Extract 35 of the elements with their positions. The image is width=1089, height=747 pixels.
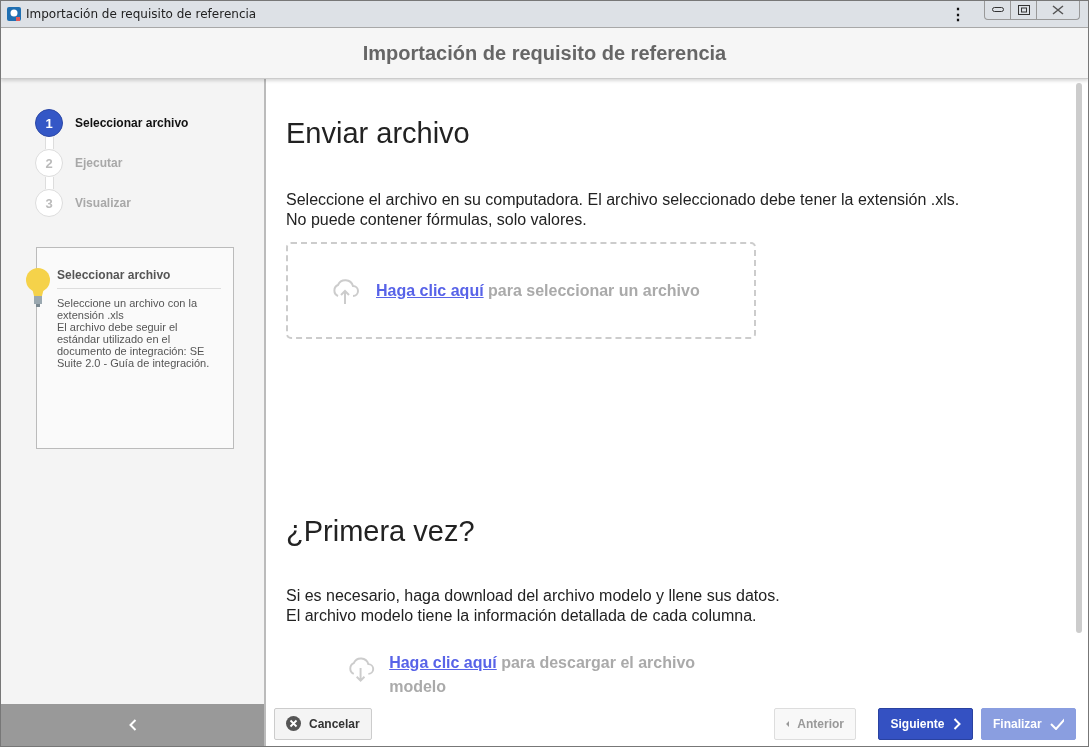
select-file-link[interactable]: Haga clic aquí (376, 281, 484, 299)
lightbulb-icon (25, 268, 51, 308)
minimize-icon (991, 7, 1004, 13)
step-label[interactable]: Seleccionar archivo (75, 109, 189, 137)
upload-prompt: Haga clic aquí para seleccionar un archivo (376, 281, 700, 300)
help-text: El archivo debe seguir el estándar utilizado en el documento de integración: SE Suite 2.0 - Guía de integración. (57, 321, 211, 369)
cancel-button[interactable]: Cancelar (274, 707, 372, 740)
close-circle-icon (286, 716, 301, 731)
checkmark-icon (1049, 717, 1064, 730)
step-number: 1 (35, 109, 63, 137)
step-connector (44, 137, 54, 149)
section-heading: ¿Primera vez? (286, 515, 476, 548)
file-drop-zone[interactable]: Haga clic aquí para seleccionar un archivo (286, 242, 756, 339)
step-connector (44, 177, 54, 189)
next-button[interactable]: Siguiente (878, 707, 973, 740)
chevron-left-icon (128, 719, 137, 731)
chevron-right-icon (952, 717, 961, 730)
instruction-text: Seleccione el archivo en su computadora. El archivo seleccionado debe tener la extensión .xls. (286, 190, 961, 210)
app-logo-icon (7, 7, 21, 21)
download-prompt: Haga clic aquí para descargar el archivo modelo (389, 653, 697, 697)
window-title: Importación de requisito de referencia (26, 7, 258, 21)
instruction-text: Si es necesario, haga download del archivo modelo y llene sus datos. (286, 586, 781, 606)
help-text: Seleccione un archivo con la extensión .xls (57, 297, 199, 321)
scrollbar-thumb[interactable] (1076, 83, 1082, 633)
help-title: Seleccionar archivo (57, 268, 221, 289)
close-icon (1052, 5, 1064, 15)
dialog-title: Importación de requisito de referencia (362, 41, 727, 65)
instruction-text: No puede contener fórmulas, solo valores. (286, 210, 588, 230)
step-number: 3 (35, 189, 63, 217)
instruction-text: El archivo modelo tiene la información detallada de cada columna. (286, 606, 758, 626)
step-number: 2 (35, 149, 63, 177)
maximize-icon (1017, 5, 1030, 15)
section-heading: Enviar archivo (286, 117, 471, 150)
download-template-link[interactable]: Haga clic aquí (389, 654, 497, 671)
more-menu-button[interactable]: ⋮ (950, 4, 966, 24)
